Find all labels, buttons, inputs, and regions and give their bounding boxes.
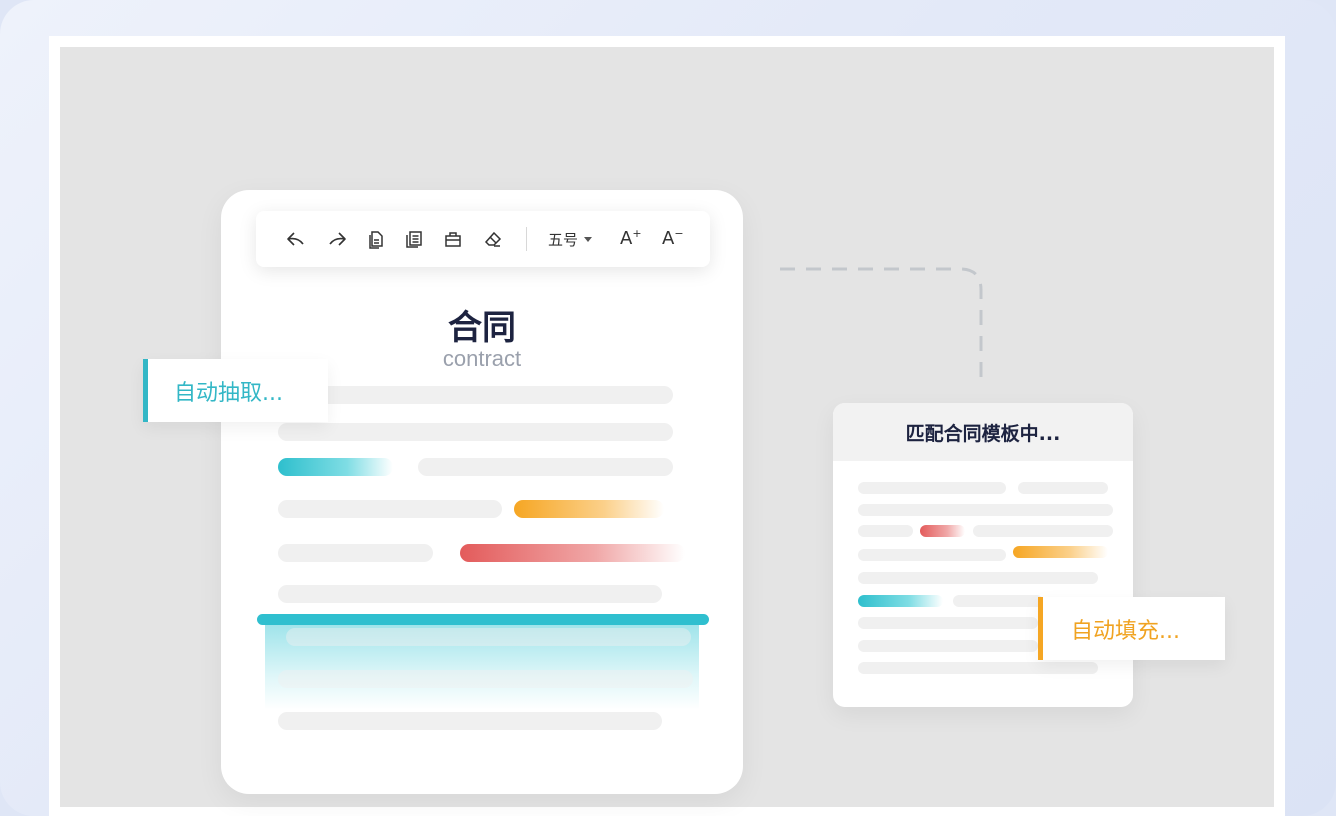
- extracted-field-highlight: [460, 544, 685, 562]
- auto-extract-label: 自动抽取...: [174, 380, 283, 406]
- text-line-placeholder: [278, 585, 662, 603]
- font-size-value: 五号: [548, 230, 579, 249]
- scan-line: [257, 614, 709, 625]
- plus-superscript-icon: +: [632, 227, 642, 240]
- text-line-placeholder: [278, 423, 673, 441]
- redo-icon[interactable]: [327, 229, 347, 249]
- text-line-placeholder: [973, 525, 1113, 537]
- filled-field-highlight: [920, 525, 965, 537]
- auto-fill-tag: 自动填充...: [1038, 597, 1225, 660]
- auto-extract-tag: 自动抽取...: [143, 359, 328, 422]
- auto-fill-label: 自动填充...: [1071, 618, 1180, 644]
- text-line-placeholder: [1018, 482, 1108, 494]
- text-line-placeholder: [418, 458, 673, 476]
- text-line-placeholder: [858, 572, 1098, 584]
- extracted-field-highlight: [514, 500, 664, 518]
- text-line-placeholder: [858, 617, 1038, 629]
- text-line-placeholder: [278, 500, 502, 518]
- undo-icon[interactable]: [286, 229, 306, 249]
- text-line-placeholder: [858, 482, 1006, 494]
- eraser-icon[interactable]: [483, 229, 503, 249]
- text-line-placeholder: [858, 525, 913, 537]
- text-line-placeholder: [278, 386, 673, 404]
- text-line-placeholder: [286, 628, 691, 646]
- template-match-title: 匹配合同模板中...: [905, 422, 1061, 445]
- document-title: 合同: [448, 308, 516, 348]
- extracted-field-highlight: [278, 458, 393, 476]
- toolbar-separator: [526, 227, 527, 251]
- increase-font-button[interactable]: A+: [620, 227, 642, 249]
- text-line-placeholder: [278, 670, 693, 688]
- template-match-card: 匹配合同模板中...: [833, 403, 1133, 707]
- paste-document-icon[interactable]: [366, 229, 386, 249]
- filled-field-highlight: [1013, 546, 1108, 558]
- decrease-font-button[interactable]: A−: [662, 227, 684, 249]
- minus-superscript-icon: −: [674, 227, 684, 240]
- text-line-placeholder: [278, 712, 662, 730]
- text-line-placeholder: [858, 640, 1038, 652]
- chevron-down-icon: [584, 236, 593, 242]
- template-match-header: 匹配合同模板中...: [833, 403, 1133, 461]
- font-size-select[interactable]: 五号: [548, 228, 593, 250]
- text-line-placeholder: [278, 544, 433, 562]
- briefcase-icon[interactable]: [443, 229, 463, 249]
- text-line-placeholder: [858, 549, 1006, 561]
- editor-toolbar: 五号 A+ A−: [256, 211, 710, 267]
- text-line-placeholder: [953, 595, 1043, 607]
- filled-field-highlight: [858, 595, 943, 607]
- copy-document-icon[interactable]: [404, 229, 424, 249]
- text-line-placeholder: [858, 504, 1113, 516]
- text-line-placeholder: [858, 662, 1098, 674]
